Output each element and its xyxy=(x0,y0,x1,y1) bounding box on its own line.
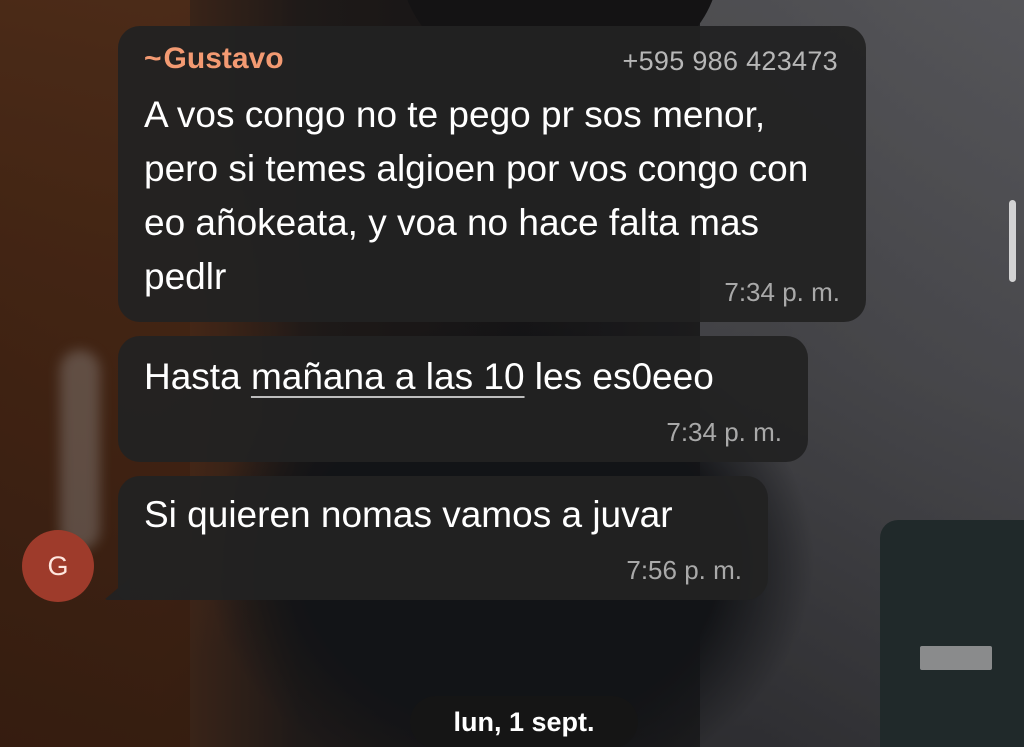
message-bubble[interactable]: ~Gustavo +595 986 423473 A vos congo no … xyxy=(118,26,866,322)
sender-phone[interactable]: +595 986 423473 xyxy=(623,46,838,77)
chat-screen: ~Gustavo +595 986 423473 A vos congo no … xyxy=(0,0,1024,747)
message-bubble[interactable]: Si quieren nomas vamos a juvar 7:56 p. m… xyxy=(118,476,768,600)
scrollbar-thumb[interactable] xyxy=(1009,200,1016,282)
message-text-before: Hasta xyxy=(144,356,251,397)
sender-prefix: ~ xyxy=(144,42,162,75)
date-link[interactable]: mañana a las 10 xyxy=(251,356,525,397)
sender-name-text: Gustavo xyxy=(163,42,284,75)
message-timestamp: 7:56 p. m. xyxy=(626,555,742,585)
date-separator: lun, 1 sept. xyxy=(410,696,638,747)
message-text: Si quieren nomas vamos a juvar xyxy=(144,494,673,535)
message-timestamp: 7:34 p. m. xyxy=(724,277,840,307)
avatar-initial: G xyxy=(47,550,69,581)
message-timestamp: 7:34 p. m. xyxy=(666,417,782,447)
sender-name[interactable]: ~Gustavo xyxy=(144,42,284,76)
message-text: Hasta mañana a las 10 les es0eeo xyxy=(144,350,794,404)
message-text-after: les es0eeo xyxy=(524,356,714,397)
message-text: A vos congo no te pego pr sos menor, per… xyxy=(144,94,809,297)
message-bubble[interactable]: Hasta mañana a las 10 les es0eeo 7:34 p.… xyxy=(118,336,808,462)
sender-avatar[interactable]: G xyxy=(22,530,94,602)
